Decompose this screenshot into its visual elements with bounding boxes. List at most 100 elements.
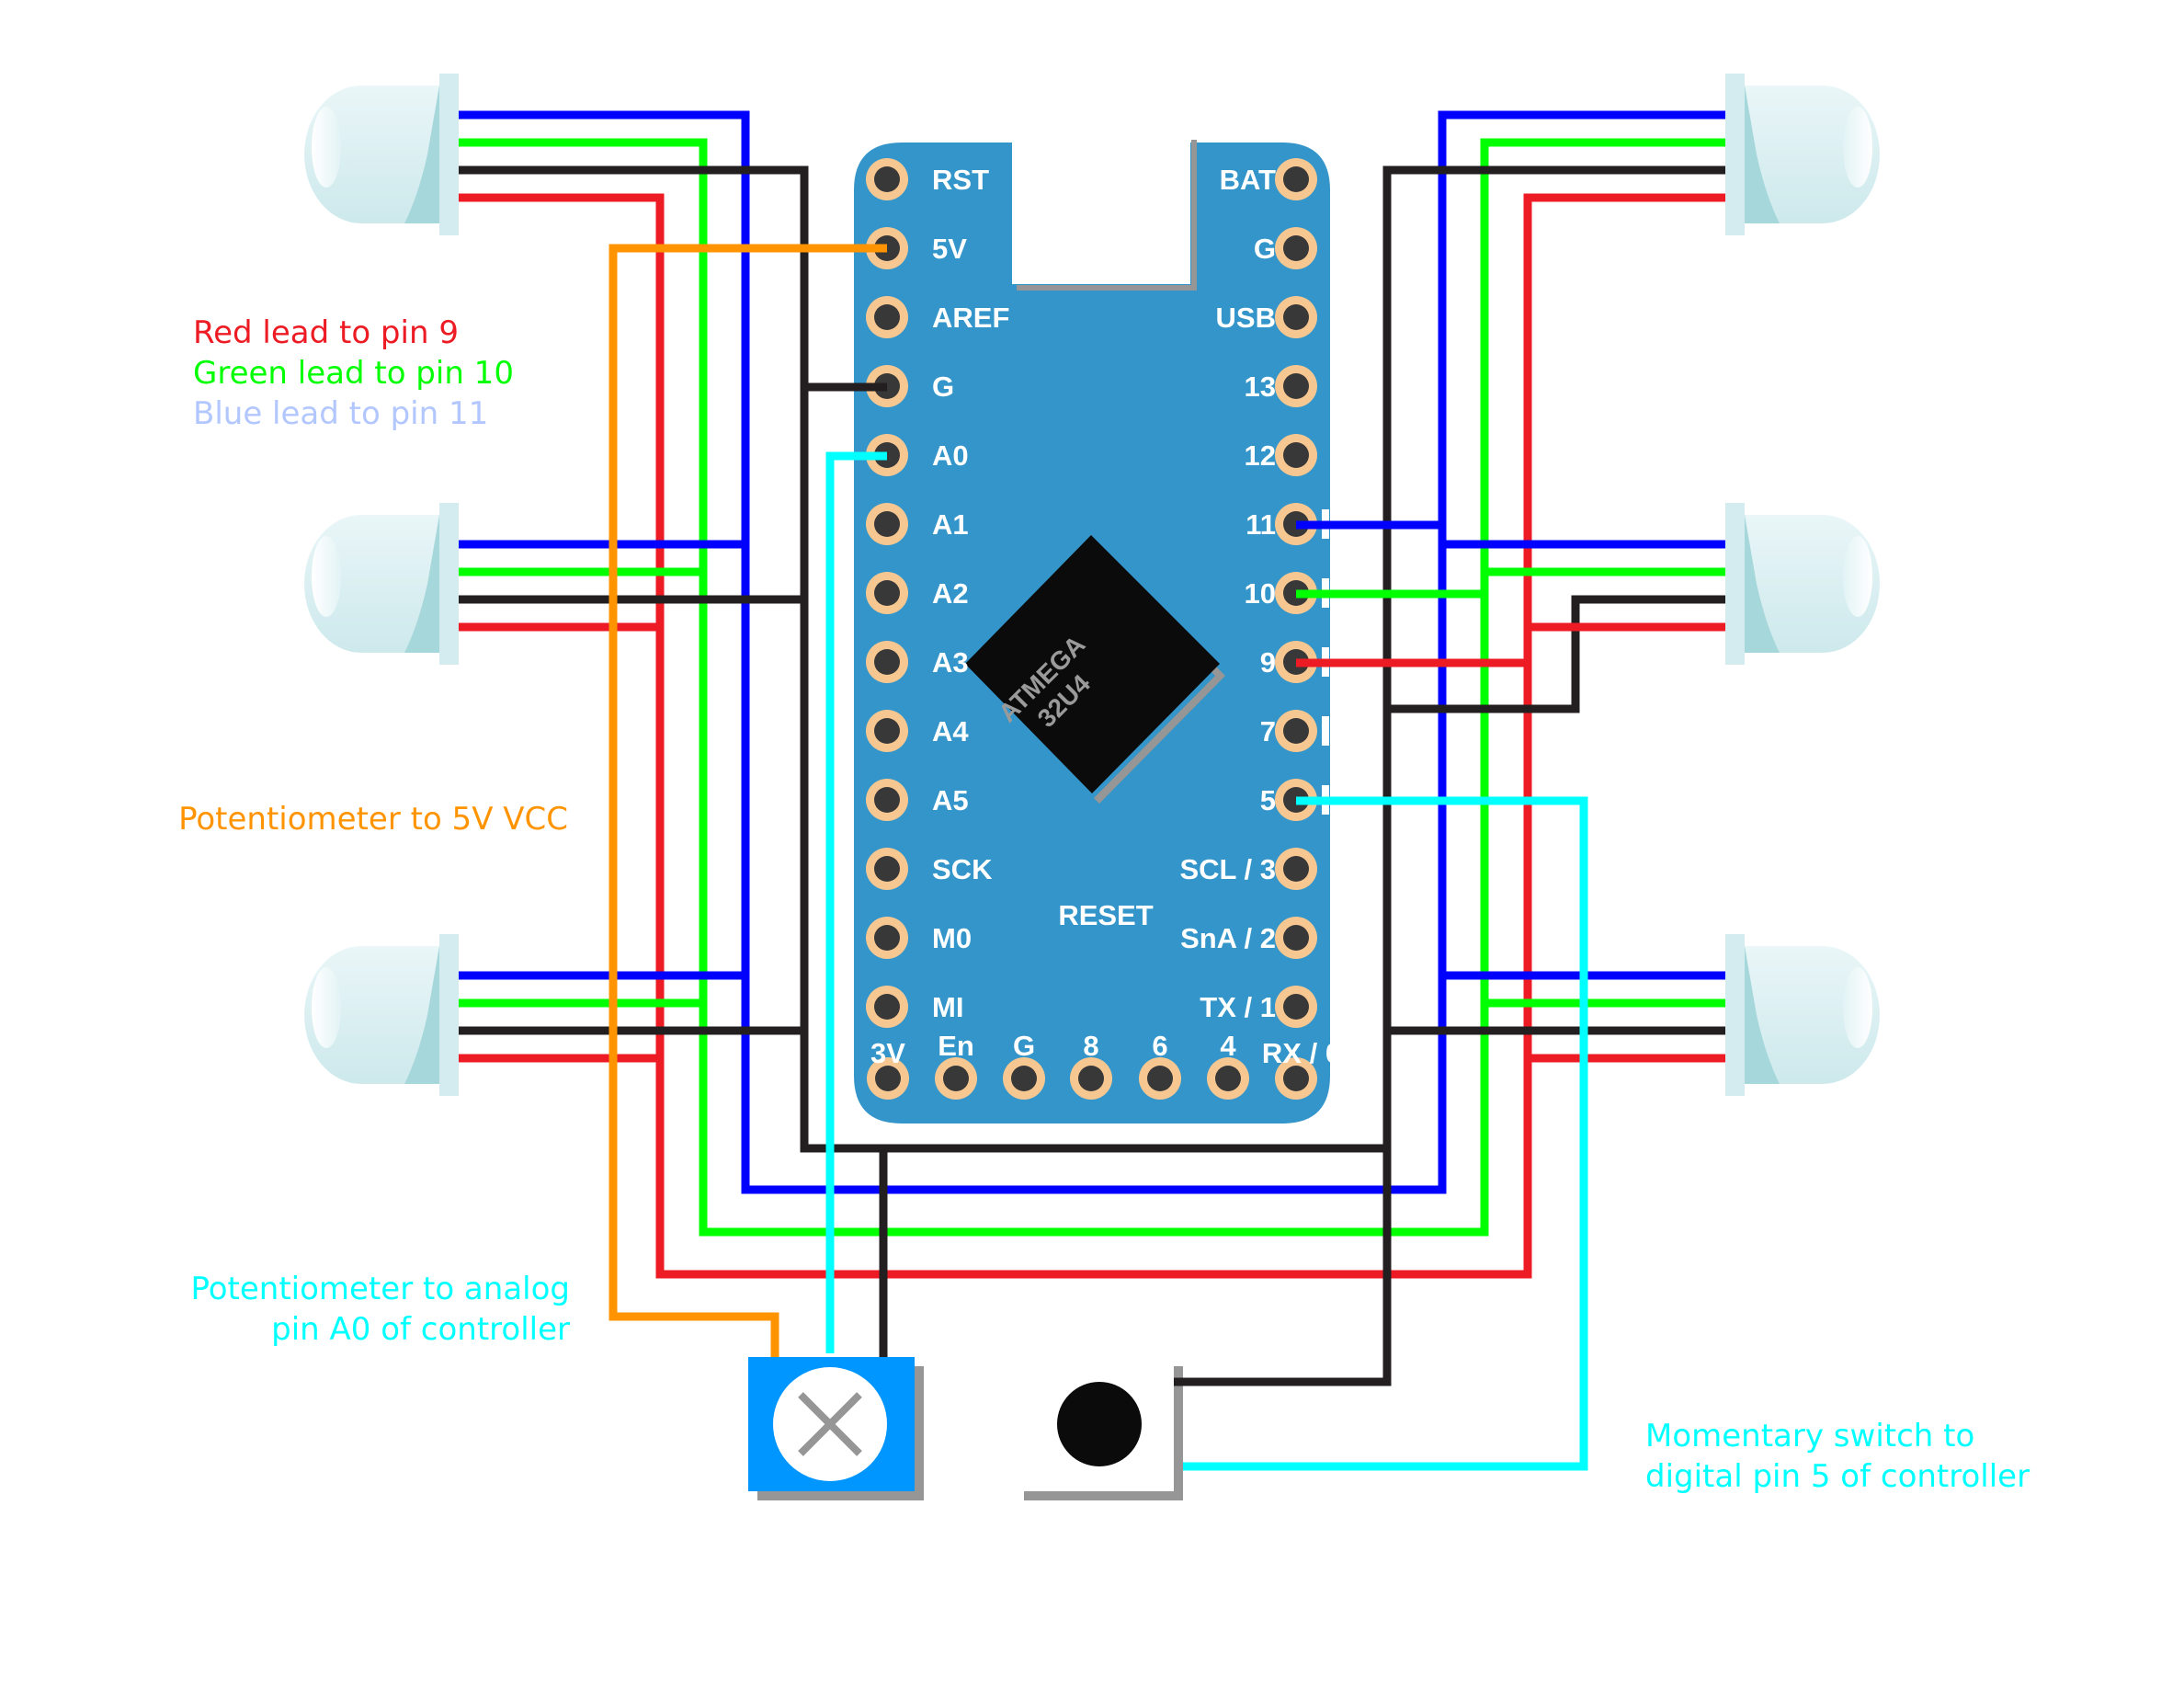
pin-label: USB — [1216, 302, 1276, 334]
pad-hole — [1215, 1066, 1241, 1091]
led-highlight — [1843, 107, 1872, 188]
note-switch-1: Momentary switch to — [1645, 1418, 1974, 1454]
note-pot-vcc: Potentiometer to 5V VCC — [178, 801, 568, 838]
pad-hole — [874, 580, 900, 606]
pin-right-11[interactable]: SnA / 2 — [1180, 917, 1317, 959]
note-red-lead: Red lead to pin 9 — [193, 314, 459, 351]
pin-right-10[interactable]: SCL / 3 — [1179, 848, 1317, 890]
pad-hole — [1078, 1066, 1104, 1091]
led-highlight — [312, 967, 341, 1048]
momentary-switch[interactable] — [1024, 1366, 1186, 1500]
wiring-diagram: ATMEGA 32U4 RESET RST5VAREFGA0A1A2A3A4A5… — [178, 74, 2030, 1500]
pad-hole — [1283, 442, 1309, 468]
pin-right-8[interactable]: 7 — [1260, 710, 1317, 752]
pin-label: 5 — [1260, 784, 1276, 816]
pad-hole — [1283, 304, 1309, 330]
pad-hole — [874, 925, 900, 951]
led-highlight — [1843, 536, 1872, 617]
note-green-lead: Green lead to pin 10 — [193, 355, 514, 392]
pin-label: SCK — [932, 853, 993, 885]
pad-hole — [874, 718, 900, 744]
edge-tab — [1322, 716, 1329, 746]
pin-label: 3V — [870, 1037, 905, 1069]
pin-label: G — [932, 371, 954, 403]
pad-hole — [874, 787, 900, 813]
pin-label: SnA / 2 — [1180, 922, 1276, 954]
reset-label: RESET — [1058, 899, 1153, 931]
note-switch-2: digital pin 5 of controller — [1645, 1458, 2030, 1495]
pad-hole — [1283, 1066, 1309, 1091]
pad-hole — [1011, 1066, 1037, 1091]
pad-hole — [874, 304, 900, 330]
pin-label: RX / 0 — [1262, 1037, 1341, 1069]
pad-hole — [1283, 166, 1309, 192]
pin-right-0[interactable]: BAT — [1220, 158, 1317, 200]
pad-hole — [1283, 925, 1309, 951]
pin-label: A2 — [932, 577, 969, 610]
pin-label: 4 — [1220, 1030, 1236, 1062]
pad-hole — [874, 649, 900, 675]
pad-hole — [1283, 718, 1309, 744]
pin-label: A3 — [932, 646, 969, 679]
rgb-led[interactable] — [1725, 74, 1880, 235]
pin-right-12[interactable]: TX / 1 — [1200, 986, 1317, 1028]
rgb-led[interactable] — [304, 74, 459, 235]
led-collar — [439, 74, 459, 235]
note-blue-lead: Blue lead to pin 11 — [193, 395, 488, 432]
pin-label: 5V — [932, 233, 967, 265]
wire-black-right-mid — [1387, 595, 1725, 713]
pad-hole — [943, 1066, 969, 1091]
pad-hole — [1283, 994, 1309, 1020]
pin-label: 11 — [1246, 508, 1276, 541]
pin-label: 6 — [1152, 1030, 1167, 1062]
potentiometer[interactable] — [748, 1357, 924, 1500]
rgb-led[interactable] — [304, 934, 459, 1096]
led-collar — [1725, 74, 1745, 235]
note-pot-analog-2: pin A0 of controller — [271, 1311, 570, 1348]
pad-hole — [874, 994, 900, 1020]
led-highlight — [312, 107, 341, 188]
pin-label: G — [1013, 1030, 1035, 1062]
pad-hole — [1283, 235, 1309, 261]
pin-label: G — [1254, 233, 1276, 265]
pad-hole — [1147, 1066, 1173, 1091]
controller-board: ATMEGA 32U4 RESET RST5VAREFGA0A1A2A3A4A5… — [854, 140, 1341, 1123]
pin-label: 7 — [1260, 715, 1276, 747]
led-collar — [439, 503, 459, 665]
pin-label: A4 — [932, 715, 969, 747]
rgb-led[interactable] — [304, 503, 459, 665]
pin-label: MI — [932, 991, 963, 1023]
pad-hole — [874, 166, 900, 192]
pin-label: SCL / 3 — [1179, 853, 1276, 885]
usb-notch-shadow — [1017, 140, 1197, 291]
pin-label: M0 — [932, 922, 972, 954]
pin-label: 9 — [1260, 646, 1276, 679]
pin-label: A5 — [932, 784, 969, 816]
rgb-led[interactable] — [1725, 934, 1880, 1096]
led-highlight — [312, 536, 341, 617]
led-collar — [1725, 934, 1745, 1096]
pin-left-2[interactable]: AREF — [866, 296, 1009, 338]
pin-bottom-1[interactable]: En — [935, 1030, 977, 1100]
pad-hole — [875, 1066, 901, 1091]
pad-hole — [1283, 856, 1309, 882]
pin-bottom-0[interactable]: 3V — [867, 1037, 909, 1100]
pin-right-1[interactable]: G — [1254, 227, 1317, 269]
pin-right-2[interactable]: USB — [1216, 296, 1317, 338]
pin-label: A1 — [932, 508, 969, 541]
pin-label: BAT — [1220, 164, 1276, 196]
led-collar — [1725, 503, 1745, 665]
pad-hole — [874, 511, 900, 537]
pin-label: 12 — [1245, 439, 1276, 472]
pin-label: TX / 1 — [1200, 991, 1276, 1023]
led-collar — [439, 934, 459, 1096]
led-highlight — [1843, 967, 1872, 1048]
pin-label: A0 — [932, 439, 969, 472]
pin-label: AREF — [932, 302, 1009, 334]
pin-label: RST — [932, 164, 989, 196]
note-pot-analog-1: Potentiometer to analog — [190, 1271, 570, 1307]
pin-label: 8 — [1083, 1030, 1098, 1062]
pin-label: En — [938, 1030, 974, 1062]
rgb-led[interactable] — [1725, 503, 1880, 665]
switch-button[interactable] — [1057, 1382, 1142, 1466]
